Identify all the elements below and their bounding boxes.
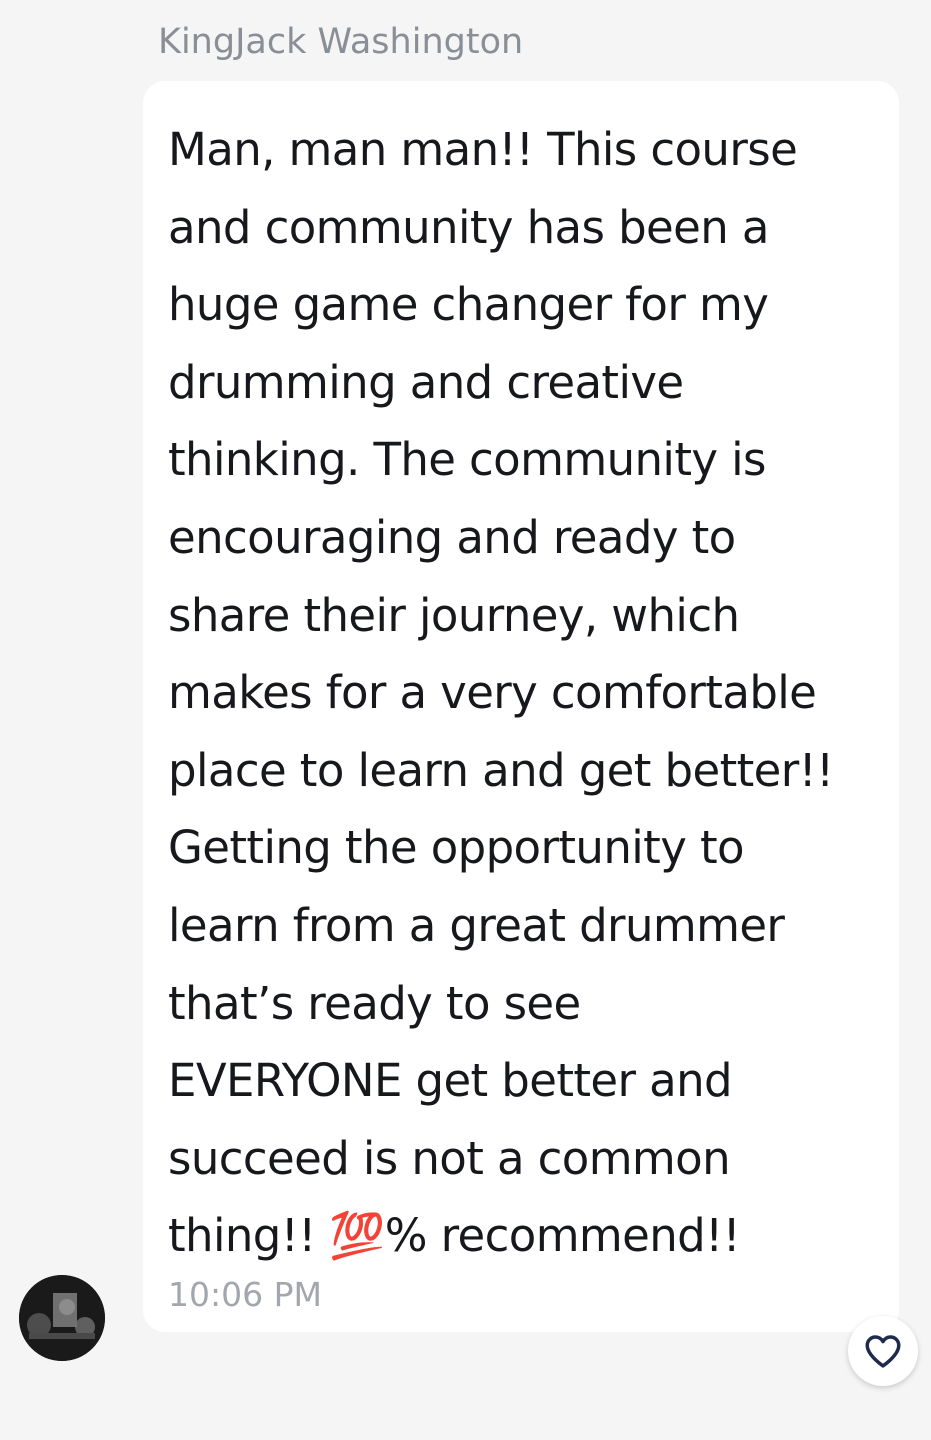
- sender-avatar[interactable]: [19, 1275, 105, 1361]
- heart-icon: [865, 1335, 901, 1368]
- message-line: drumming and creative: [168, 355, 684, 409]
- message-line: encouraging and ready to: [168, 510, 736, 564]
- message-line: learn from a great drummer: [168, 898, 785, 952]
- sender-name: KingJack Washington: [158, 22, 524, 62]
- message-line: Man, man man!! This course: [168, 123, 798, 176]
- message-line: huge game changer for my: [168, 278, 769, 332]
- message-text: Man, man man!! This course and community …: [168, 111, 875, 1275]
- avatar-photo-icon: [19, 1275, 105, 1361]
- message-line: and community has been a: [168, 200, 769, 254]
- message-line: Getting the opportunity to: [168, 821, 745, 875]
- message-line: share their journey, which: [168, 588, 740, 642]
- message-bubble: Man, man man!! This course and community …: [143, 81, 899, 1332]
- message-line: thing!! 💯% recommend!!: [168, 1209, 741, 1263]
- message-timestamp: 10:06 PM: [168, 1275, 322, 1314]
- message-line: EVERYONE get better and: [168, 1054, 733, 1108]
- message-line: place to learn and get better!!: [168, 743, 834, 797]
- message-line: thinking. The community is: [168, 433, 766, 487]
- message-line: makes for a very comfortable: [168, 666, 817, 720]
- message-line: that’s ready to see: [168, 976, 581, 1030]
- like-button[interactable]: [848, 1316, 918, 1386]
- message-line: succeed is not a common: [168, 1131, 731, 1185]
